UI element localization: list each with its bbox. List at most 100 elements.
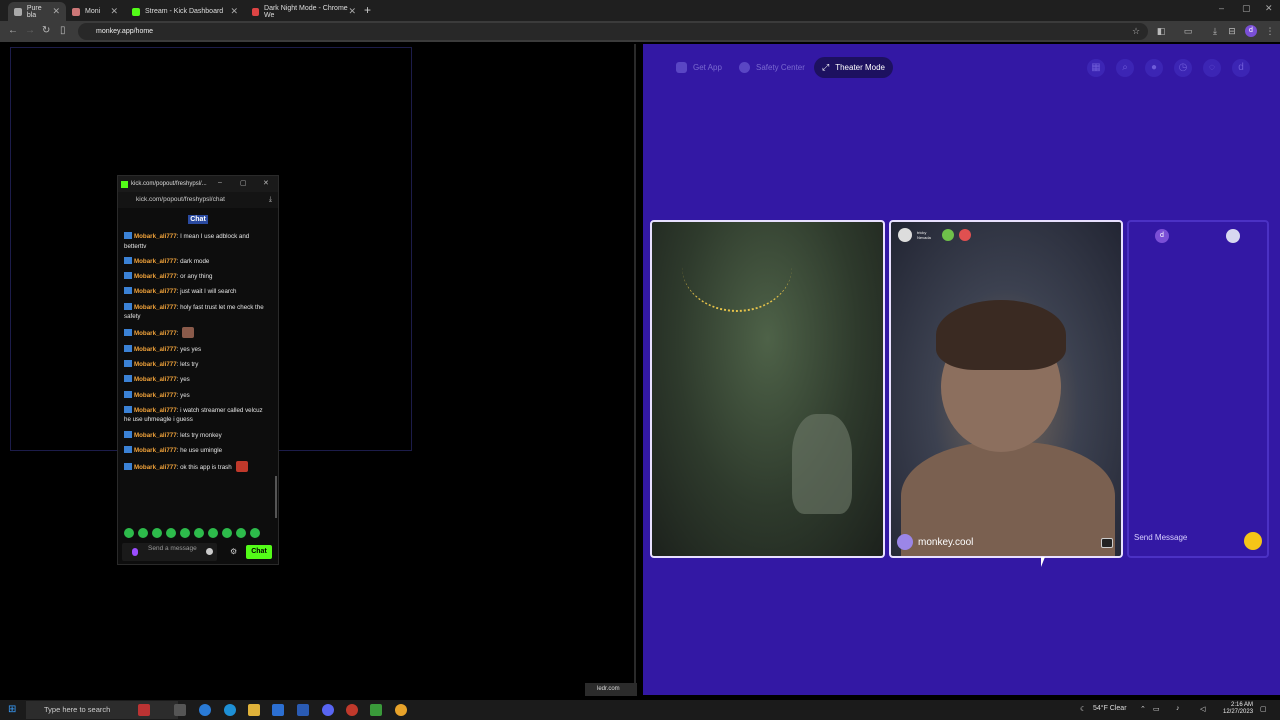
edge-icon[interactable] <box>199 704 211 716</box>
chat-message-input[interactable]: Send a message <box>122 543 217 561</box>
chat-username[interactable]: Mobark_ali777 <box>134 304 177 311</box>
chat-text: : he use umingle <box>176 447 223 455</box>
chat-username[interactable]: Mobark_ali777 <box>134 376 177 383</box>
tab-search-icon[interactable]: ▭ <box>1183 26 1193 36</box>
download-icon[interactable]: ⤓ <box>1210 26 1220 36</box>
emote-icon[interactable] <box>194 528 204 538</box>
close-icon[interactable]: ✕ <box>110 6 118 17</box>
taskbar-search-input[interactable]: Type here to search <box>26 701 178 719</box>
emote-icon[interactable] <box>138 528 148 538</box>
tab-pure-black[interactable]: Pure bla ✕ <box>8 2 66 21</box>
emote-icon[interactable] <box>180 528 190 538</box>
task-view-icon[interactable] <box>174 704 186 716</box>
emote-icon[interactable] <box>166 528 176 538</box>
download-icon[interactable]: ⤓ <box>269 192 272 208</box>
safety-center-button[interactable]: Safety Center <box>731 57 813 78</box>
close-icon[interactable]: ✕ <box>263 179 269 187</box>
emote-icon[interactable] <box>208 528 218 538</box>
speaker-icon[interactable]: ◁ <box>1200 705 1205 713</box>
back-icon[interactable]: ← <box>8 25 18 36</box>
emote-icon[interactable] <box>124 528 134 538</box>
minimize-icon[interactable]: – <box>1219 3 1224 13</box>
send-chat-button[interactable]: Chat <box>246 545 272 559</box>
maximize-icon[interactable]: ▢ <box>240 179 247 187</box>
emote-icon[interactable] <box>152 528 162 538</box>
chat-username[interactable]: Mobark_ali777 <box>134 407 177 414</box>
new-tab-icon[interactable]: + <box>364 3 371 17</box>
chat-username[interactable]: Mobark_ali777 <box>134 288 177 295</box>
search-icon[interactable]: ⌕ <box>1116 59 1134 77</box>
profile-icon[interactable]: ⊟ <box>1227 26 1237 36</box>
xbox-icon[interactable] <box>370 704 382 716</box>
chat-username[interactable]: Mobark_ali777 <box>134 258 177 265</box>
heart-icon[interactable] <box>942 229 954 241</box>
subscriber-badge-icon <box>124 390 132 398</box>
chat-username[interactable]: Mobark_ali777 <box>134 392 177 399</box>
history-icon[interactable]: ◷ <box>1174 59 1192 77</box>
emote-icon[interactable] <box>236 528 246 538</box>
extensions-icon[interactable]: ◧ <box>1156 26 1166 36</box>
close-icon[interactable]: ✕ <box>230 6 238 17</box>
edge-icon[interactable] <box>224 704 236 716</box>
forward-icon[interactable]: → <box>25 25 35 36</box>
emoji-picker-icon[interactable] <box>206 548 213 555</box>
side-panel-icon[interactable]: ▯ <box>60 25 66 36</box>
tab-kick-dashboard[interactable]: Stream - Kick Dashboard ✕ <box>126 2 244 21</box>
captions-icon[interactable] <box>1101 538 1113 548</box>
chat-username[interactable]: Mobark_ali777 <box>134 361 177 368</box>
reload-icon[interactable]: ↻ <box>42 25 50 36</box>
ledr-notification[interactable]: ledr.com <box>585 683 637 696</box>
tab-dark-night-mode[interactable]: Dark Night Mode - Chrome We ✕ <box>246 2 362 21</box>
chat-message: Mobark_ali777: ok this app is trash <box>124 461 269 473</box>
theater-mode-button[interactable]: ⤢ Theater Mode <box>814 57 894 78</box>
close-icon[interactable]: ✕ <box>52 6 60 17</box>
gear-icon[interactable]: ⚙ <box>230 547 237 556</box>
chat-username[interactable]: Mobark_ali777 <box>134 432 177 439</box>
send-message-input[interactable]: Send Message <box>1134 533 1187 542</box>
tab-label: Pure bla <box>26 4 42 19</box>
coin-icon[interactable]: ● <box>1145 59 1163 77</box>
chrome-icon[interactable] <box>395 704 407 716</box>
chat-bubble-icon[interactable]: ◌ <box>1203 59 1221 77</box>
tray-chevron-icon[interactable]: ⌃ <box>1140 705 1146 713</box>
notification-icon[interactable]: ▢ <box>1260 705 1267 713</box>
get-app-button[interactable]: Get App <box>668 57 730 78</box>
tab-monkey[interactable]: Moni ✕ <box>66 2 124 21</box>
chat-scrollbar[interactable] <box>275 476 277 518</box>
subscriber-badge-icon <box>124 360 132 368</box>
system-clock[interactable]: 2:16 AM 12/27/2023 <box>1223 702 1253 716</box>
minimize-icon[interactable]: – <box>218 179 222 186</box>
report-icon[interactable] <box>959 229 971 241</box>
close-icon[interactable]: ✕ <box>348 6 356 17</box>
maximize-icon[interactable]: ▢ <box>1242 3 1251 14</box>
chat-username[interactable]: Mobark_ali777 <box>134 346 177 353</box>
chat-username[interactable]: Mobark_ali777 <box>134 447 177 454</box>
emote-icon[interactable] <box>222 528 232 538</box>
emote-icon[interactable] <box>250 528 260 538</box>
volume-icon[interactable]: ♪ <box>1176 705 1180 712</box>
file-explorer-icon[interactable] <box>248 704 260 716</box>
chat-text: : ok this app is trash <box>176 464 232 472</box>
chat-tab-label[interactable]: Chat <box>188 215 208 224</box>
chat-username[interactable]: Mobark_ali777 <box>134 464 177 471</box>
menu-icon[interactable]: ⋮ <box>1265 26 1275 36</box>
bookmark-star-icon[interactable]: ☆ <box>1131 26 1141 36</box>
profile-avatar[interactable]: d <box>1245 25 1257 37</box>
weather-text[interactable]: 54°F Clear <box>1093 705 1127 712</box>
store-icon[interactable] <box>272 704 284 716</box>
shop-icon[interactable]: ▦ <box>1087 59 1105 77</box>
window-close-icon[interactable]: ✕ <box>1265 3 1273 14</box>
taskbar-app-icon[interactable] <box>138 704 150 716</box>
chat-username[interactable]: Mobark_ali777 <box>134 330 177 337</box>
gift-icon[interactable] <box>1244 532 1262 550</box>
chat-username[interactable]: Mobark_ali777 <box>134 233 177 240</box>
obs-icon[interactable] <box>346 704 358 716</box>
windows-start-icon[interactable]: ⊞ <box>8 705 18 715</box>
chat-username[interactable]: Mobark_ali777 <box>134 273 177 280</box>
user-avatar[interactable]: d <box>1232 59 1250 77</box>
mail-icon[interactable] <box>297 704 309 716</box>
network-icon[interactable]: ▭ <box>1153 705 1160 713</box>
discord-icon[interactable] <box>322 704 334 716</box>
address-bar[interactable]: monkey.app/home <box>78 23 1148 40</box>
mic-icon[interactable] <box>132 548 138 556</box>
